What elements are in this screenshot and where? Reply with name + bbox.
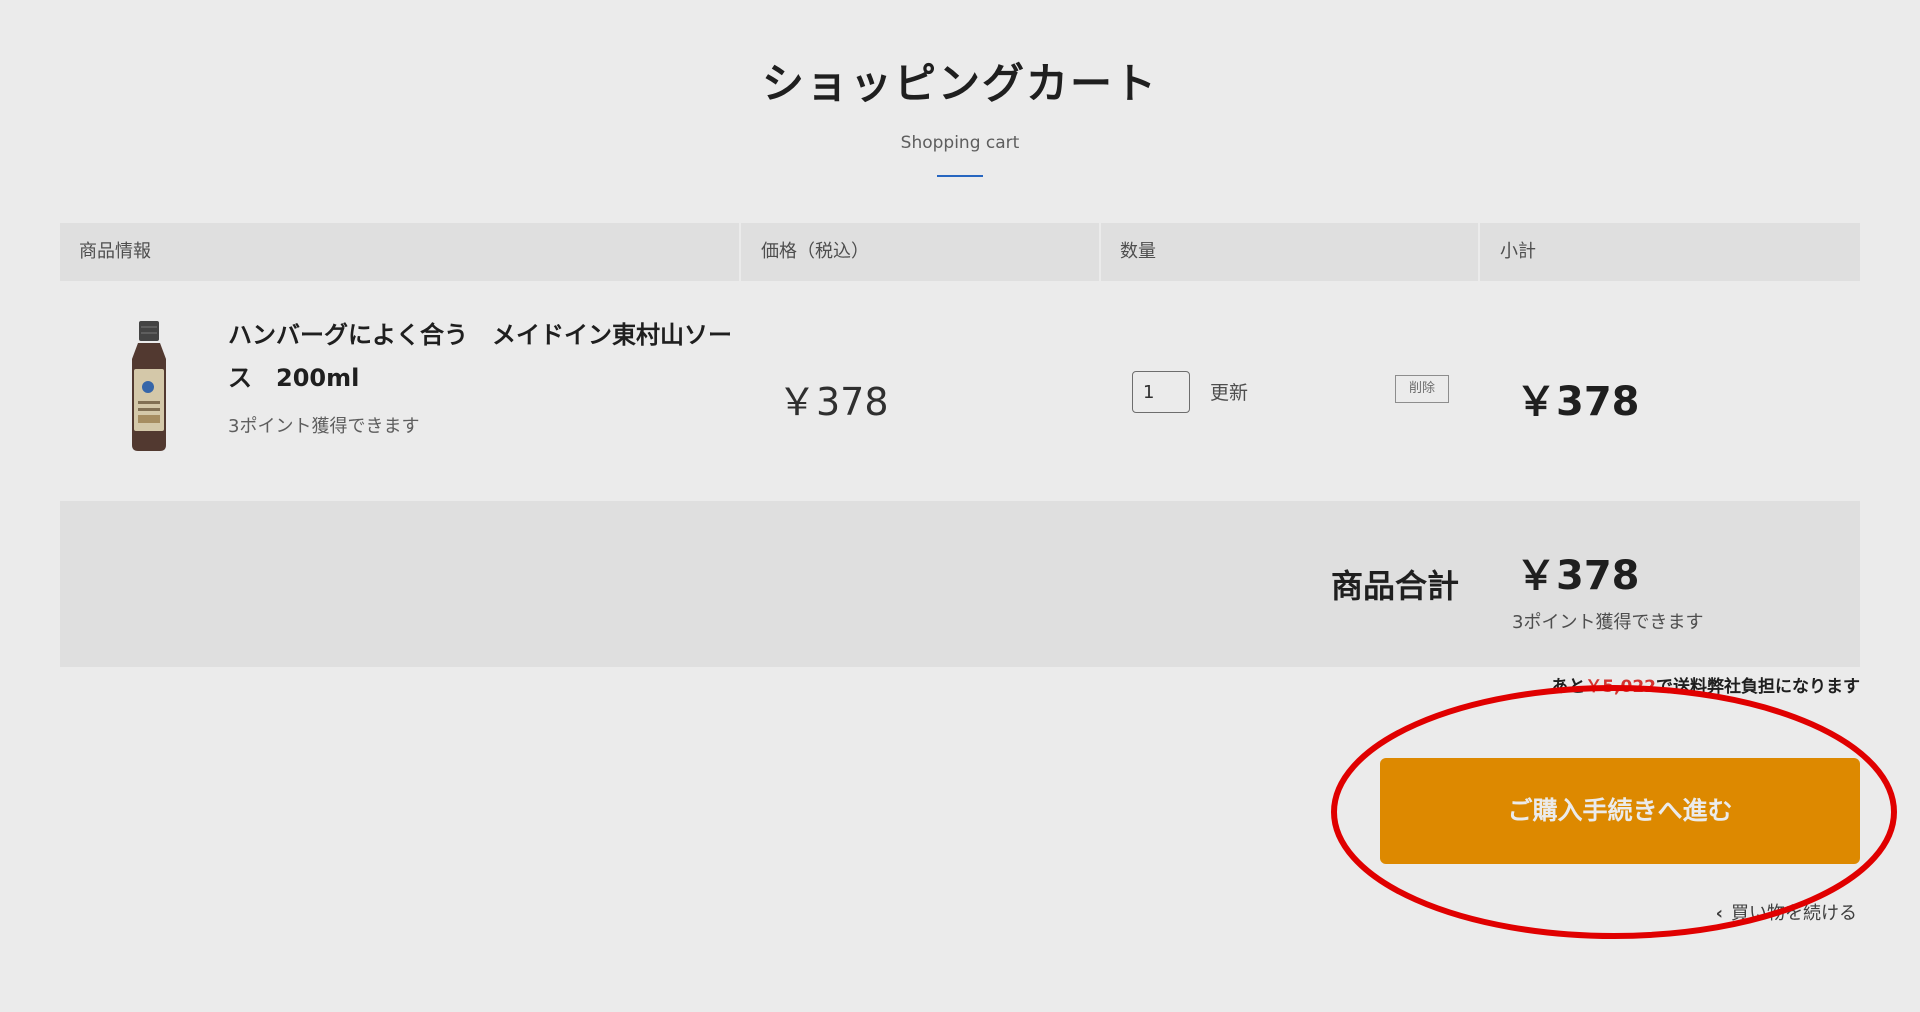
shopping-cart-page: ショッピングカート Shopping cart 商品情報 価格（税込） 数量 小… [0, 0, 1920, 1012]
page-header: ショッピングカート Shopping cart [0, 50, 1920, 177]
total-points-text: 3ポイント獲得できます [1512, 612, 1704, 633]
column-header-subtotal: 小計 [1500, 241, 1536, 262]
shipping-note-prefix: あと [1551, 677, 1586, 697]
shipping-note-amount: ￥5,022 [1585, 677, 1656, 697]
quantity-input[interactable] [1132, 371, 1190, 413]
column-header-product: 商品情報 [79, 241, 151, 262]
continue-shopping-link[interactable]: ‹ 買い物を続ける [1716, 899, 1857, 925]
item-price: ￥378 [778, 380, 889, 424]
column-header-quantity: 数量 [1120, 241, 1156, 262]
shipping-note-suffix: で送料弊社負担になります [1656, 677, 1860, 697]
column-header-price: 価格（税込） [761, 241, 869, 262]
free-shipping-note: あと￥5,022で送料弊社負担になります [1551, 672, 1860, 697]
cart-summary: 商品合計 ￥378 3ポイント獲得できます [60, 501, 1860, 667]
cart-item-row: ハンバーグによく合う メイドイン東村山ソース 200ml 3ポイント獲得できます… [60, 281, 1860, 501]
item-subtotal: ￥378 [1516, 379, 1640, 425]
column-divider [739, 223, 741, 281]
proceed-to-checkout-button[interactable]: ご購入手続きへ進む [1380, 758, 1860, 864]
column-divider [1478, 223, 1480, 281]
page-title: ショッピングカート [761, 59, 1158, 108]
chevron-left-icon: ‹ [1715, 903, 1723, 924]
continue-shopping-label: 買い物を続ける [1731, 903, 1857, 924]
product-thumbnail[interactable] [126, 321, 172, 451]
title-underline [937, 175, 983, 177]
column-divider [1099, 223, 1101, 281]
page-subtitle: Shopping cart [900, 133, 1020, 153]
cart-table-header: 商品情報 価格（税込） 数量 小計 [60, 223, 1860, 281]
total-label: 商品合計 [1331, 567, 1460, 605]
update-quantity-link[interactable]: 更新 [1210, 378, 1248, 405]
product-name-link[interactable]: ハンバーグによく合う メイドイン東村山ソース 200ml [228, 314, 748, 400]
cart-total: ￥378 [1516, 553, 1640, 599]
delete-item-button[interactable]: 削除 [1395, 375, 1449, 403]
item-points-text: 3ポイント獲得できます [228, 416, 420, 437]
